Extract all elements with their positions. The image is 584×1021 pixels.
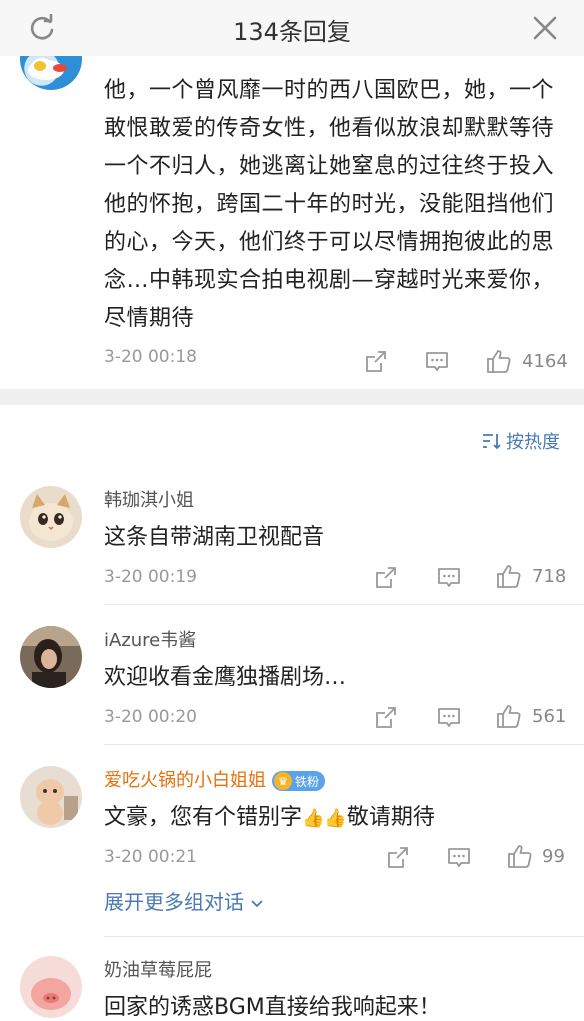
like-icon[interactable] [496, 703, 522, 729]
sort-label: 按热度 [506, 432, 560, 453]
reply-text: 欢迎收看金鹰独播剧场… [104, 665, 347, 690]
crown-icon: ♛ [274, 772, 292, 790]
close-icon[interactable] [532, 15, 558, 41]
share-icon[interactable] [364, 350, 388, 374]
fan-badge: ♛ 铁粉 [272, 771, 326, 791]
comment-icon[interactable] [437, 706, 461, 730]
avatar[interactable] [20, 956, 82, 1018]
sort-icon [483, 434, 501, 450]
page-title: 134条回复 [233, 18, 351, 46]
sort-by-hot-button[interactable]: 按热度 [482, 428, 560, 454]
thumbs-up-emoji-icon: 👍👍 [302, 808, 347, 829]
divider [104, 936, 584, 937]
avatar[interactable] [20, 626, 82, 688]
avatar[interactable] [20, 486, 82, 548]
reply-text: 回家的诱惑BGM直接给我响起来！ [104, 995, 441, 1020]
reply-text: 文豪，您有个错别字👍👍敬请期待 [104, 799, 435, 831]
divider [104, 604, 584, 605]
reply-text-part: 敬请期待 [346, 805, 435, 830]
reply-time: 3-20 00:19 [104, 567, 197, 587]
reply-author[interactable]: 奶油草莓屁屁 [104, 956, 212, 982]
top-bar: 134条回复 [0, 0, 584, 57]
reply-time: 3-20 00:21 [104, 847, 197, 867]
pig-avatar-image [20, 956, 82, 1018]
reply-author[interactable]: iAzure韦酱 [104, 626, 196, 652]
like-icon[interactable] [496, 563, 522, 589]
reply-text-part: 文豪，您有个错别字 [104, 805, 303, 830]
portrait-avatar-image [20, 626, 82, 688]
section-divider [0, 389, 584, 405]
reply-author-name: 爱吃火锅的小白姐姐 [104, 770, 266, 791]
expand-more-button[interactable]: 展开更多组对话 [104, 886, 264, 915]
like-count: 4164 [522, 351, 568, 372]
comment-icon[interactable] [425, 350, 449, 374]
divider [104, 744, 584, 745]
share-icon[interactable] [374, 706, 398, 730]
original-comment: 他，一个曾风靡一时的西八国欧巴，她，一个敢恨敢爱的传奇女性，他看似放浪却默默等待… [0, 56, 584, 389]
like-icon[interactable] [507, 843, 533, 869]
avatar[interactable] [20, 56, 82, 90]
avatar[interactable] [20, 766, 82, 828]
reply-text: 这条自带湖南卫视配音 [104, 525, 325, 550]
chevron-down-icon [251, 900, 263, 908]
like-count: 718 [532, 566, 567, 587]
like-count: 99 [542, 846, 565, 867]
fan-badge-label: 铁粉 [295, 774, 320, 789]
like-icon[interactable] [486, 348, 512, 374]
reply-time: 3-20 00:20 [104, 707, 197, 727]
reply-author[interactable]: 韩珈淇小姐 [104, 486, 194, 512]
reply-author[interactable]: 爱吃火锅的小白姐姐 ♛ 铁粉 [104, 766, 326, 792]
comment-icon[interactable] [437, 566, 461, 590]
comment-icon[interactable] [447, 846, 471, 870]
share-icon[interactable] [386, 846, 410, 870]
like-count: 561 [532, 706, 567, 727]
share-icon[interactable] [374, 566, 398, 590]
cat-avatar-image [20, 486, 82, 548]
comment-text: 他，一个曾风靡一时的西八国欧巴，她，一个敢恨敢爱的传奇女性，他看似放浪却默默等待… [104, 78, 555, 331]
comment-time: 3-20 00:18 [104, 347, 197, 367]
avatar-image [28, 60, 67, 80]
plush-avatar-image [20, 766, 82, 828]
expand-label: 展开更多组对话 [104, 890, 244, 914]
